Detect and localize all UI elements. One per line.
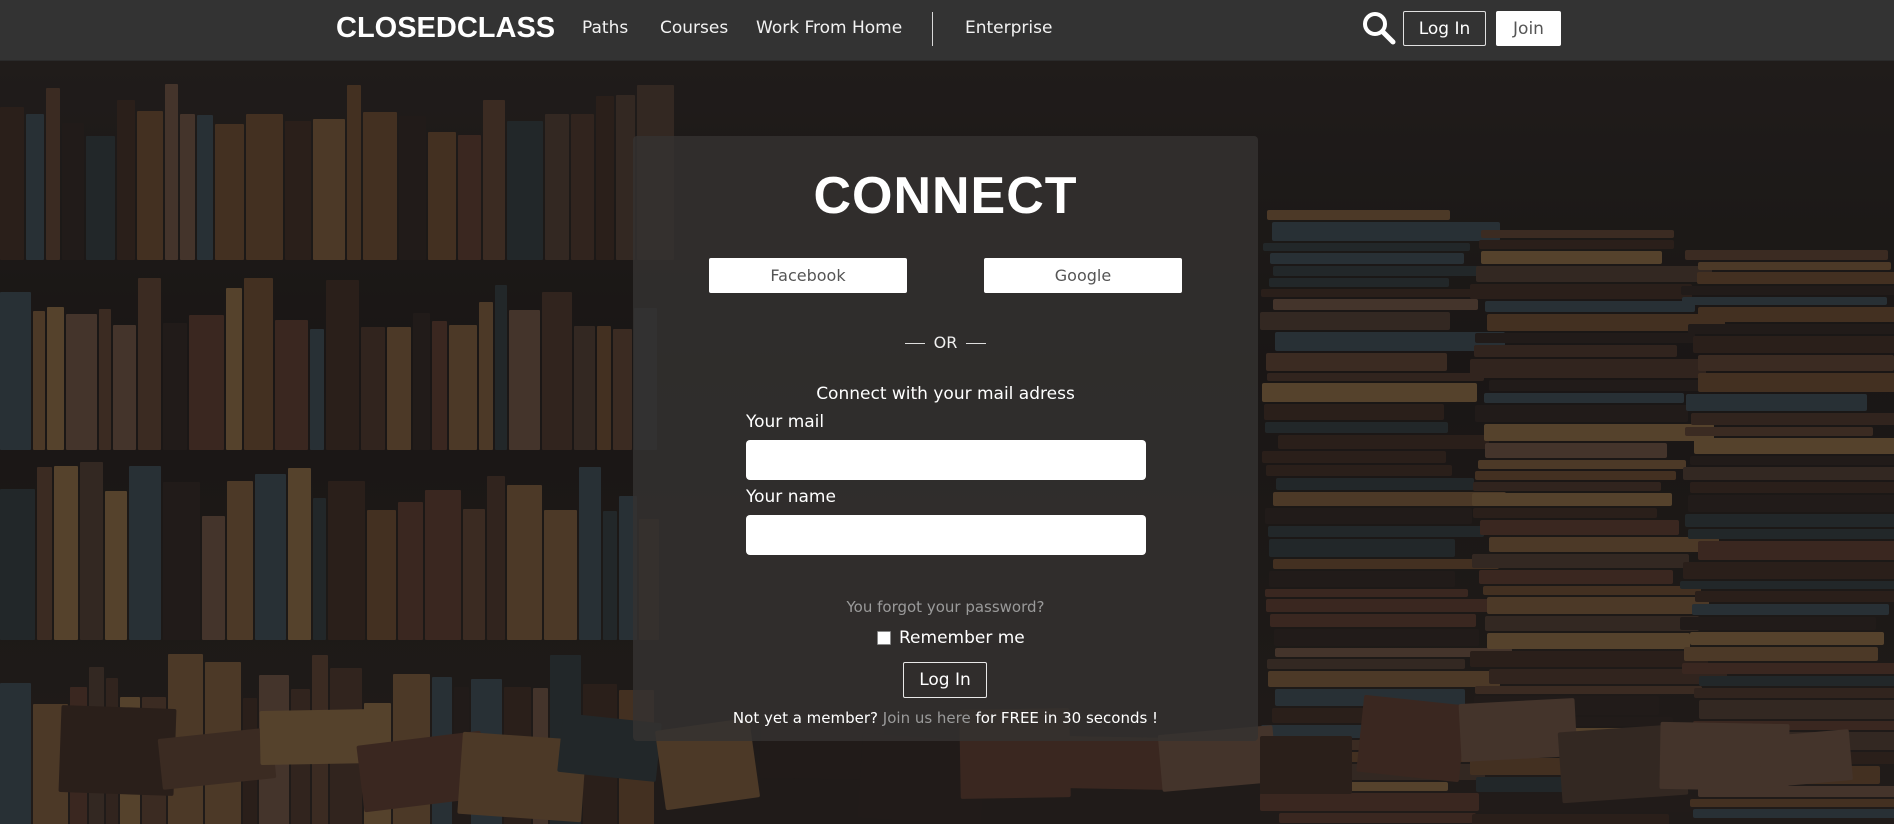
nav-divider xyxy=(932,12,933,46)
search-icon[interactable] xyxy=(1362,11,1396,45)
mail-input[interactable] xyxy=(746,440,1146,480)
mail-connect-subtitle: Connect with your mail adress xyxy=(816,384,1075,404)
page-title: CONNECT xyxy=(813,167,1078,225)
mail-label: Your mail xyxy=(746,412,825,432)
top-nav: CLOSEDCLASS Paths Courses Work From Home… xyxy=(0,0,1894,61)
or-dash-right xyxy=(966,343,987,344)
nav-link-enterprise[interactable]: Enterprise xyxy=(965,18,1052,38)
nav-login-button[interactable]: Log In xyxy=(1403,11,1486,46)
signup-prefix: Not yet a member? xyxy=(732,709,879,727)
nav-link-paths[interactable]: Paths xyxy=(582,18,628,38)
name-input[interactable] xyxy=(746,515,1146,555)
name-label: Your name xyxy=(746,487,836,507)
remember-me: Remember me xyxy=(877,628,1025,648)
connect-panel: CONNECT Facebook Google OR Connect with … xyxy=(633,136,1258,741)
join-us-link[interactable]: Join us here xyxy=(883,709,971,727)
nav-join-button[interactable]: Join xyxy=(1496,11,1561,46)
signup-prompt: Not yet a member? Join us here for FREE … xyxy=(633,709,1258,727)
remember-me-checkbox[interactable] xyxy=(877,631,891,645)
nav-link-work-from-home[interactable]: Work From Home xyxy=(756,18,902,38)
login-button[interactable]: Log In xyxy=(903,662,987,698)
or-separator: OR xyxy=(633,333,1258,352)
google-login-button[interactable]: Google xyxy=(984,258,1182,293)
nav-link-courses[interactable]: Courses xyxy=(660,18,728,38)
facebook-login-button[interactable]: Facebook xyxy=(709,258,907,293)
or-label: OR xyxy=(933,333,958,352)
brand-logo[interactable]: CLOSEDCLASS xyxy=(336,12,555,45)
or-dash-left xyxy=(904,343,925,344)
signup-suffix: for FREE in 30 seconds ! xyxy=(975,709,1159,727)
forgot-password-link[interactable]: You forgot your password? xyxy=(633,598,1258,616)
remember-me-label: Remember me xyxy=(899,628,1025,648)
